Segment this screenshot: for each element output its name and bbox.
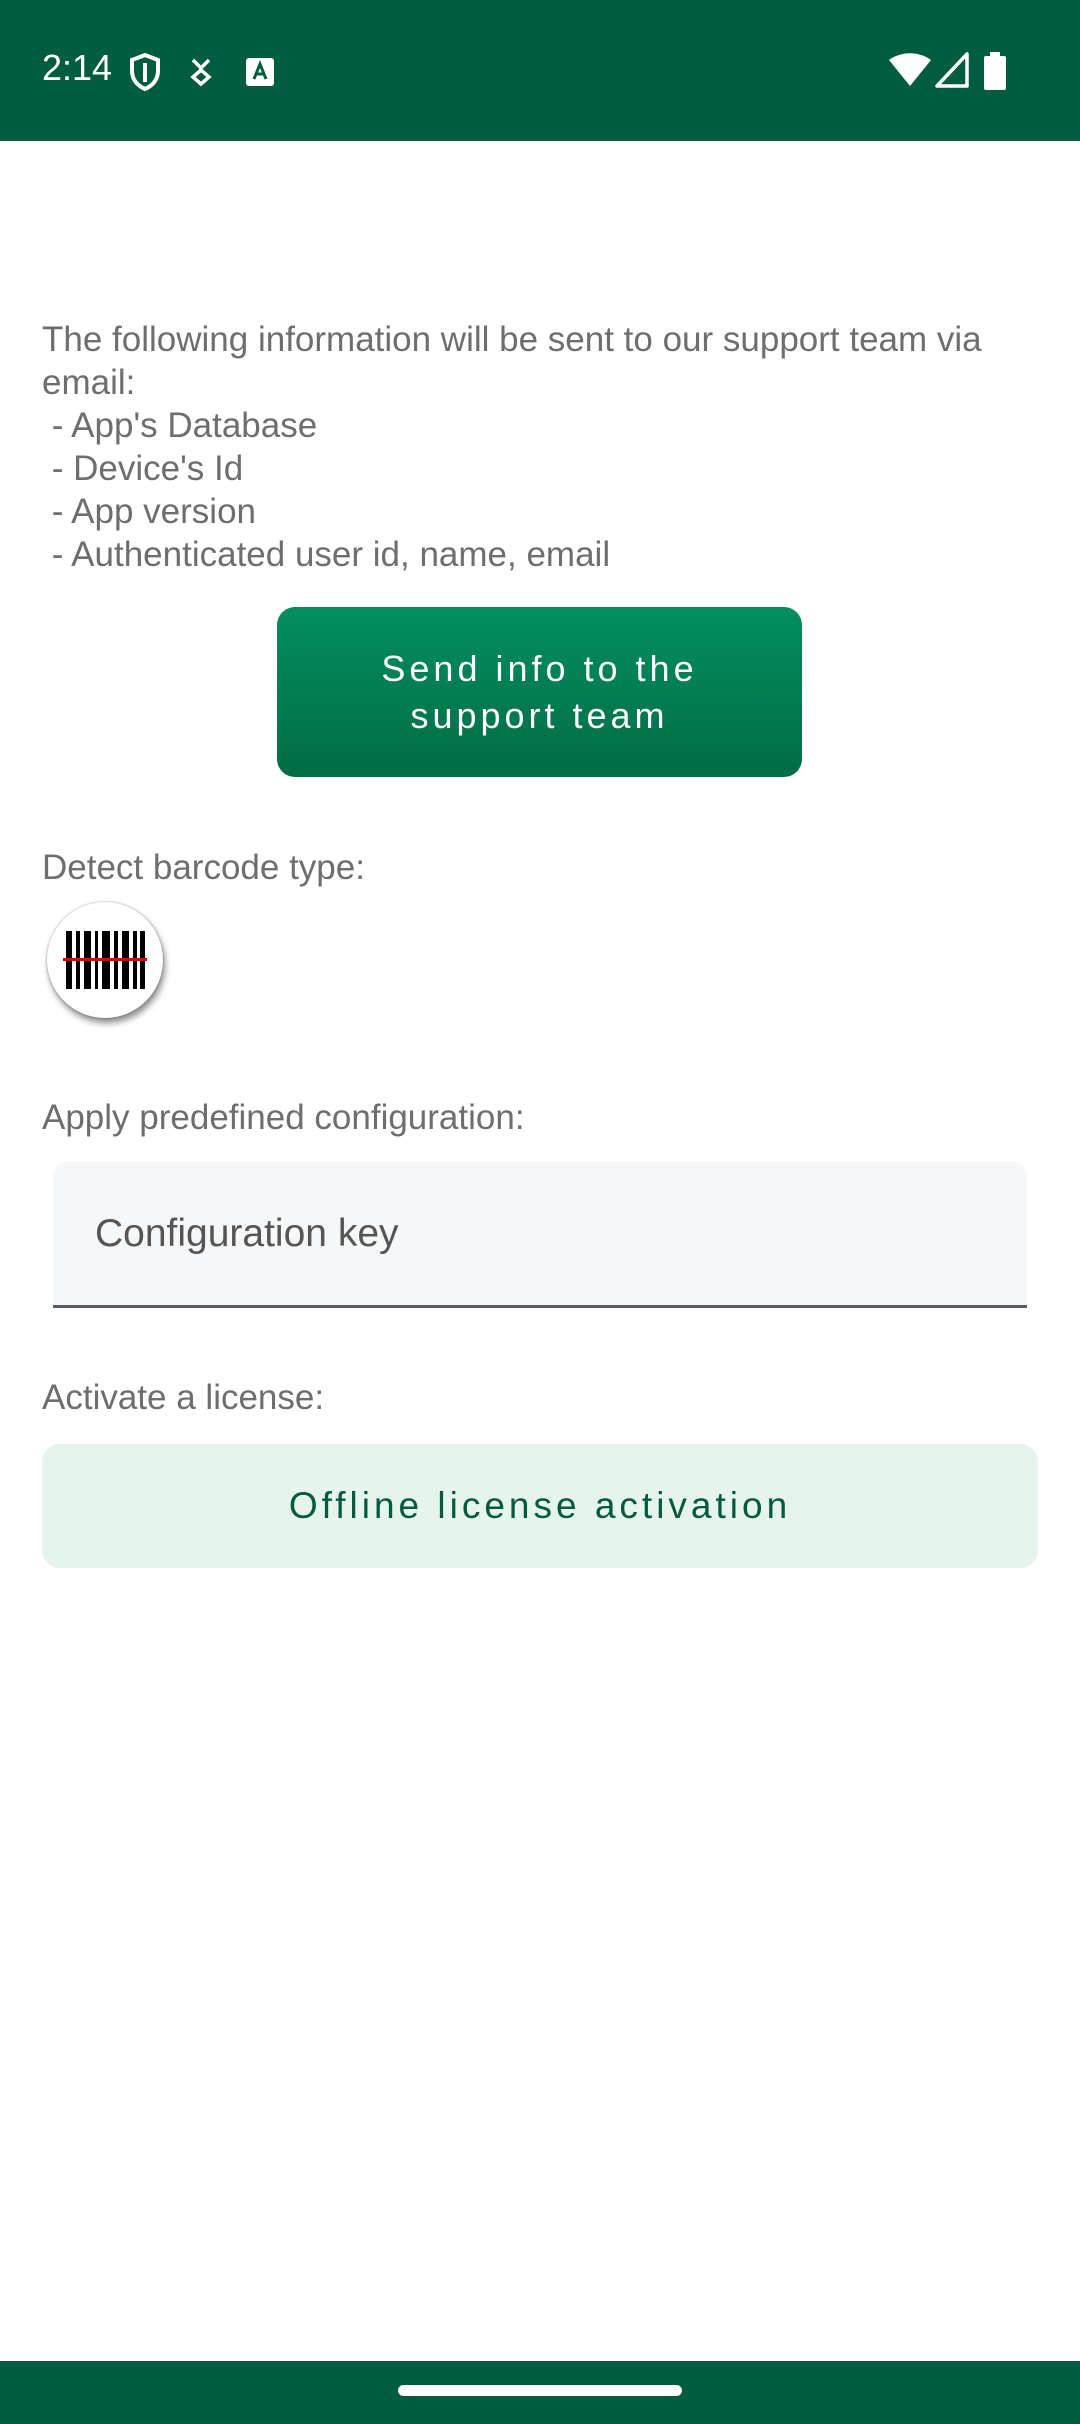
a-notification-icon [246, 58, 274, 86]
barcode-scan-icon [63, 931, 147, 989]
status-bar: 2:14 [0, 0, 1080, 141]
battery-icon [984, 52, 1006, 90]
shield-icon [130, 52, 160, 92]
settings-screen: 2:14 The following information will be s… [0, 0, 1080, 2424]
offline-license-button-label: Offline license activation [288, 1485, 792, 1526]
home-indicator[interactable] [398, 2385, 682, 2396]
configuration-key-input[interactable] [53, 1162, 1027, 1305]
offline-license-activation-button[interactable]: Offline license activation [42, 1444, 1038, 1568]
wifi-icon [889, 53, 931, 86]
cell-signal-icon [935, 52, 969, 88]
send-info-button[interactable]: Send info to the support team [277, 607, 802, 777]
configuration-key-field [53, 1162, 1027, 1308]
send-info-button-label: Send info to the support team [381, 648, 698, 736]
detect-barcode-button[interactable] [47, 902, 163, 1018]
detect-barcode-label: Detect barcode type: [42, 848, 365, 887]
support-info-text: The following information will be sent t… [42, 320, 982, 574]
fiber-manager-icon [190, 58, 212, 87]
apply-config-label: Apply predefined configuration: [42, 1098, 525, 1137]
status-time: 2:14 [42, 47, 113, 88]
navigation-bar [0, 2361, 1080, 2424]
activate-license-label: Activate a license: [42, 1378, 325, 1417]
